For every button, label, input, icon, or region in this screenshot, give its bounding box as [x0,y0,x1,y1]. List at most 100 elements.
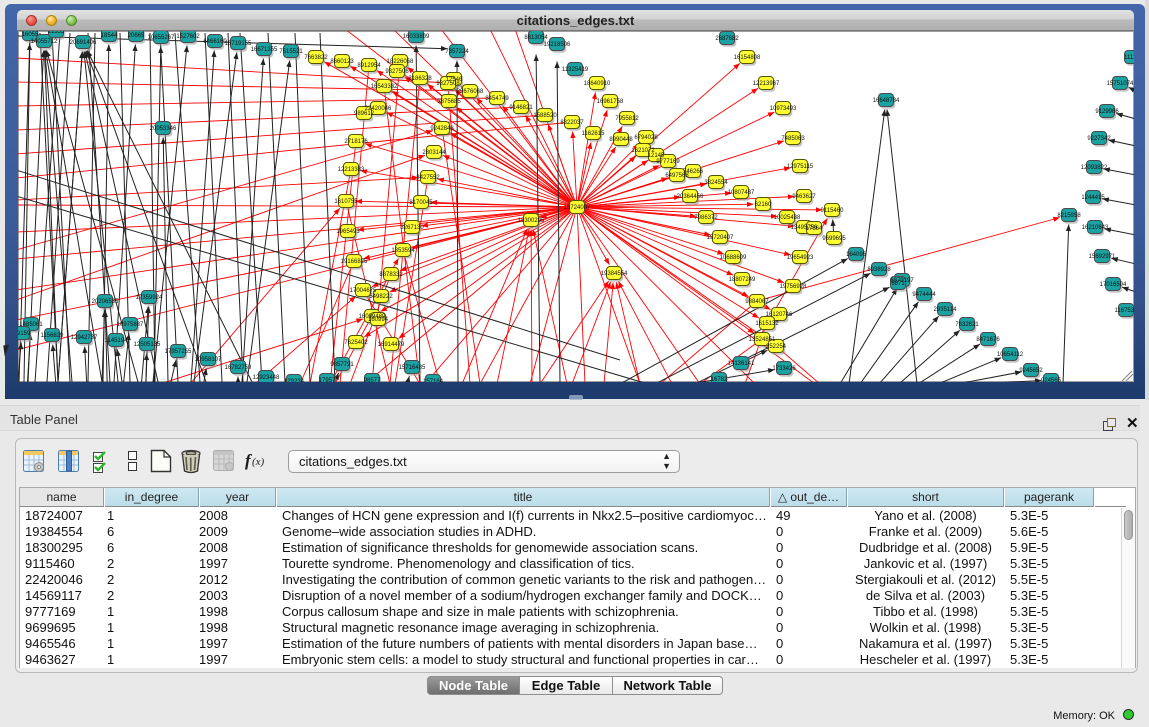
svg-text:9884067: 9884067 [745,299,769,305]
svg-text:12975115: 12975115 [787,164,814,170]
svg-text:12213383: 12213383 [338,167,365,173]
svg-text:8938928: 8938928 [867,267,891,273]
svg-text:9129966: 9129966 [1095,109,1119,115]
svg-text:1610755: 1610755 [334,199,358,205]
svg-text:1733426: 1733426 [772,366,796,372]
svg-text:9146821: 9146821 [509,105,533,111]
svg-text:3267130: 3267130 [400,225,424,231]
svg-text:8322037: 8322037 [560,120,584,126]
svg-text:924565: 924565 [1041,378,1062,382]
svg-text:17016504: 17016504 [1100,282,1127,288]
svg-text:1156829: 1156829 [41,333,65,339]
svg-text:8427552: 8427552 [416,175,440,181]
svg-text:29676068: 29676068 [457,89,484,95]
svg-text:8454749: 8454749 [485,96,509,102]
svg-text:20364456: 20364456 [677,194,704,200]
svg-text:10688609: 10688609 [720,255,747,261]
svg-text:15692971: 15692971 [1089,254,1116,260]
svg-text:62160: 62160 [755,202,772,208]
svg-text:10655267: 10655267 [148,35,175,41]
svg-text:1588520: 1588520 [533,113,557,119]
svg-text:8186328: 8186328 [408,76,432,82]
svg-text:12942737: 12942737 [71,335,98,341]
svg-text:10807487: 10807487 [728,190,755,196]
svg-text:18226058: 18226058 [387,59,414,65]
svg-text:98577: 98577 [364,378,381,382]
svg-text:7663822: 7663822 [304,55,328,61]
svg-text:9245652: 9245652 [1019,368,1043,374]
svg-text:16154808: 16154808 [734,55,761,61]
svg-text:7625402: 7625402 [344,340,368,346]
svg-text:8660123: 8660123 [330,59,354,65]
svg-text:18807249: 18807249 [729,277,756,283]
svg-text:17564: 17564 [806,226,823,232]
svg-text:3875685: 3875685 [437,99,461,105]
svg-text:989612: 989612 [354,111,375,117]
svg-text:17957: 17957 [319,378,336,382]
svg-text:7986372: 7986372 [694,215,718,221]
svg-text:12213967: 12213967 [753,81,780,87]
svg-text:3824554: 3824554 [704,180,728,186]
svg-text:252254: 252254 [766,344,787,350]
svg-text:9699695: 9699695 [822,236,846,242]
svg-text:12923448: 12923448 [253,375,280,381]
svg-text:16782759: 16782759 [225,365,252,371]
svg-text:11325419: 11325419 [562,67,589,73]
svg-text:16543382: 16543382 [371,84,398,90]
svg-text:8813054: 8813054 [524,35,548,41]
svg-text:18300295: 18300295 [518,218,545,224]
svg-text:157164: 157164 [423,379,444,382]
svg-text:1965493: 1965493 [336,229,360,235]
svg-text:15751074: 15751074 [1107,81,1134,87]
svg-text:1162615: 1162615 [582,131,606,137]
svg-text:8912954: 8912954 [357,63,381,69]
svg-text:8215958: 8215958 [1057,213,1081,219]
svg-text:16914479: 16914479 [378,342,405,348]
svg-text:16120746: 16120746 [766,312,793,318]
svg-text:1145194: 1145194 [105,338,129,344]
svg-text:1485061: 1485061 [19,322,43,328]
svg-text:20691406: 20691406 [70,40,97,46]
svg-text:2718176: 2718176 [344,139,368,145]
svg-text:10025438: 10025438 [774,215,801,221]
svg-text:2803144: 2803144 [422,150,446,156]
svg-text:2687682: 2687682 [715,36,739,42]
svg-text:8990448: 8990448 [609,137,633,143]
svg-text:1527602: 1527602 [176,34,200,40]
svg-text:5498222: 5498222 [369,294,393,300]
svg-text:12505135: 12505135 [134,342,161,348]
svg-text:7632621: 7632621 [955,322,979,328]
svg-text:20053346: 20053346 [150,126,177,132]
svg-text:129234: 129234 [284,379,305,382]
svg-text:9327508: 9327508 [436,81,460,87]
svg-text:19218506: 19218506 [544,42,571,48]
svg-text:12093822: 12093822 [1081,165,1108,171]
svg-text:1615132: 1615132 [755,321,779,327]
svg-text:13524851: 13524851 [749,337,776,343]
svg-text:18640910: 18640910 [584,81,611,87]
svg-text:16671355: 16671355 [251,47,278,53]
svg-text:21355: 21355 [48,31,65,35]
svg-text:18724007: 18724007 [564,205,591,211]
svg-text:16782: 16782 [711,377,728,382]
svg-text:16961758: 16961758 [597,99,624,105]
svg-text:10719155: 10719155 [225,41,252,47]
svg-text:7357224: 7357224 [445,49,469,55]
svg-text:1244415: 1244415 [1081,195,1105,201]
svg-text:15716485: 15716485 [399,365,426,371]
svg-text:10654112: 10654112 [997,352,1024,358]
svg-text:16055: 16055 [22,32,39,38]
svg-text:20206535: 20206535 [92,299,119,305]
svg-text:15720407: 15720407 [707,235,734,241]
svg-text:16210643: 16210643 [1082,225,1109,231]
svg-text:20665: 20665 [128,33,145,39]
svg-text:16648784: 16648784 [873,98,900,104]
svg-text:14055712: 14055712 [31,39,58,45]
svg-text:10973493: 10973493 [770,106,797,112]
svg-text:11129: 11129 [1124,55,1134,61]
svg-text:6871: 6871 [891,281,905,287]
svg-text:8170045: 8170045 [409,200,433,206]
svg-text:1167533: 1167533 [1115,308,1134,314]
svg-text:9227342: 9227342 [1087,136,1111,142]
svg-text:7955812: 7955812 [615,116,639,122]
